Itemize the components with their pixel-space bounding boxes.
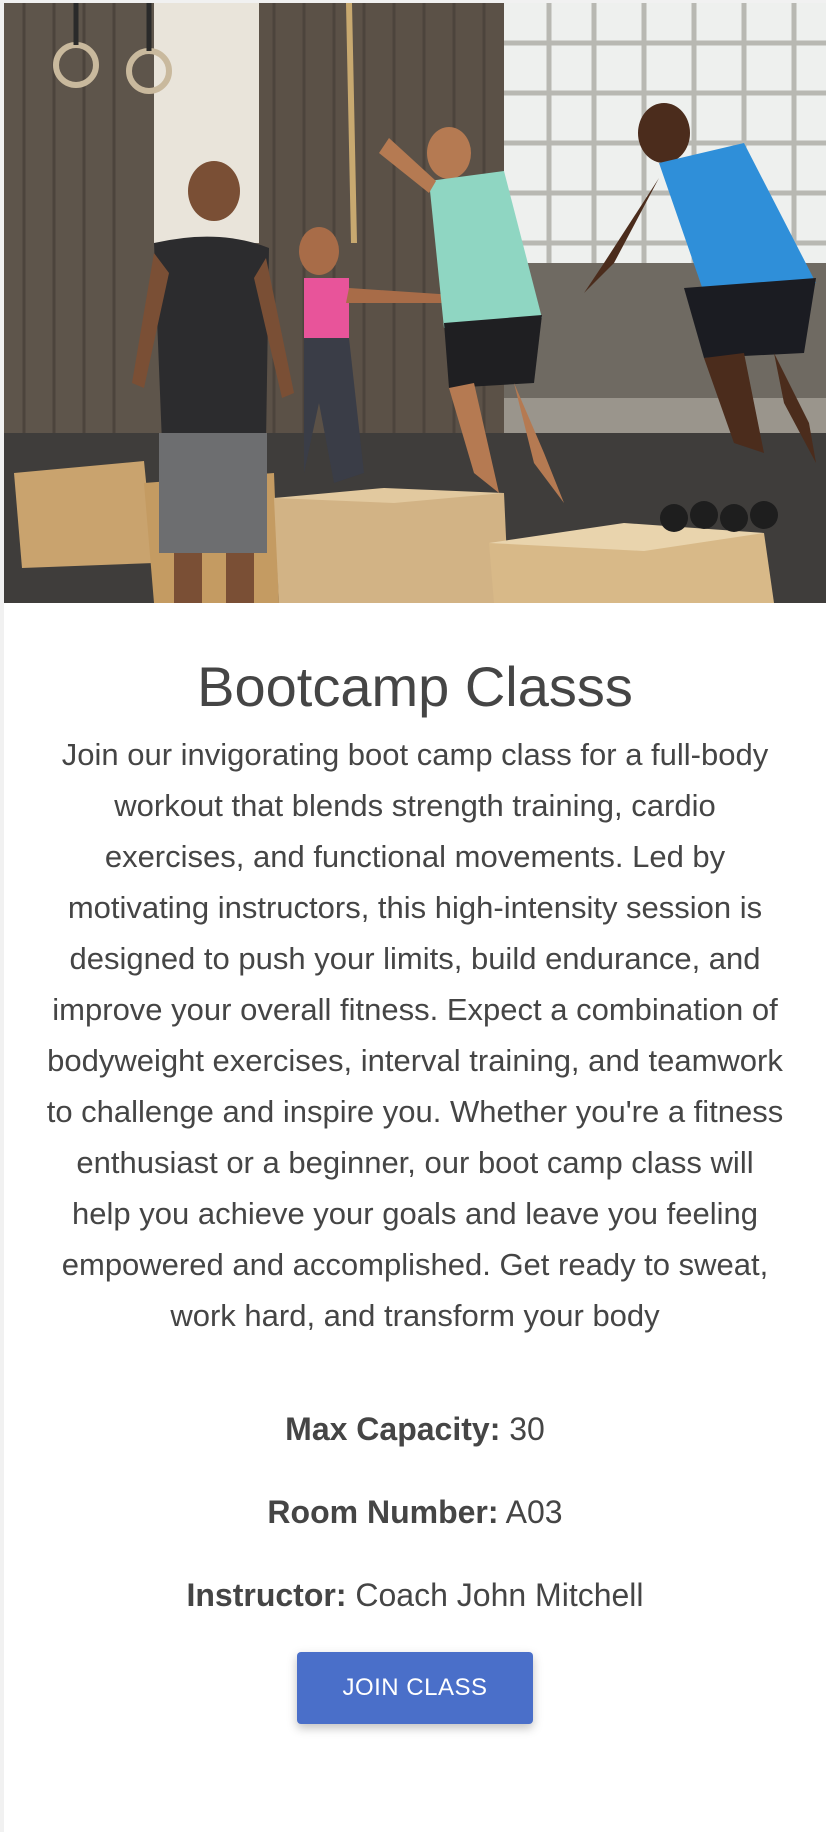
room-number-label: Room Number: (267, 1494, 499, 1530)
max-capacity-label: Max Capacity: (285, 1411, 501, 1447)
class-content: Bootcamp Classs Join our invigorating bo… (4, 603, 826, 1724)
class-hero-image (4, 3, 826, 603)
instructor-value: Coach John Mitchell (355, 1577, 644, 1613)
room-number-value: A03 (505, 1494, 563, 1530)
class-card: Bootcamp Classs Join our invigorating bo… (4, 3, 826, 1832)
gym-photo-illustration (4, 3, 826, 603)
class-description: Join our invigorating boot camp class fo… (46, 737, 784, 1333)
class-title: Bootcamp Classs (197, 655, 633, 718)
instructor-row: Instructor: Coach John Mitchell (4, 1575, 826, 1615)
max-capacity-value: 30 (509, 1411, 545, 1447)
join-class-button[interactable]: JOIN CLASS (297, 1652, 533, 1724)
room-number-row: Room Number: A03 (4, 1492, 826, 1532)
max-capacity-row: Max Capacity: 30 (4, 1409, 826, 1449)
instructor-label: Instructor: (186, 1577, 347, 1613)
class-details: Max Capacity: 30 Room Number: A03 Instru… (4, 1409, 826, 1615)
